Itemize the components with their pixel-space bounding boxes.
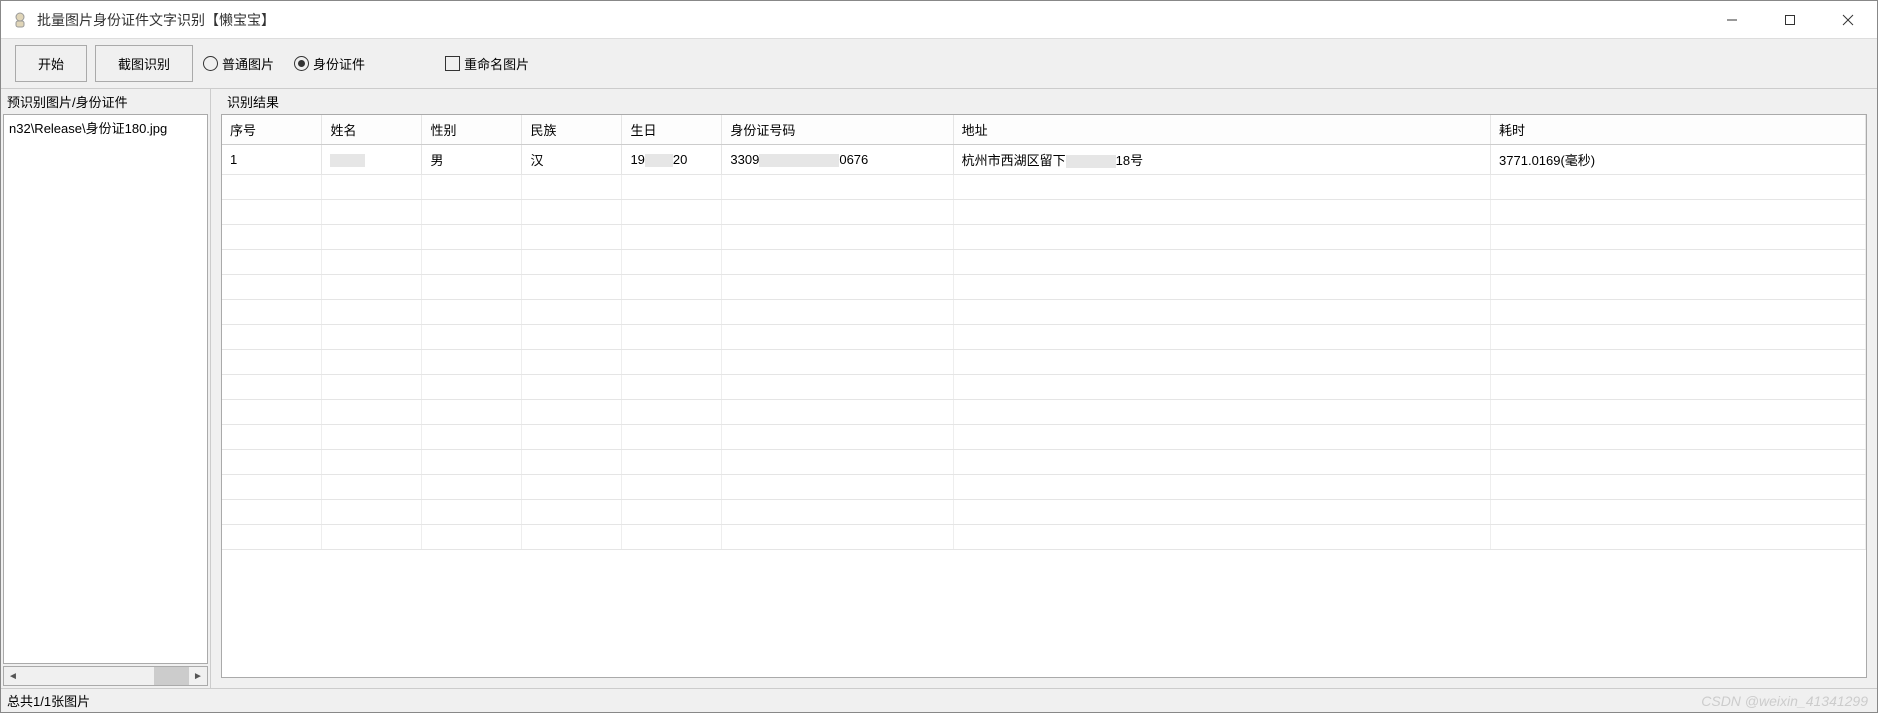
cell-name: [322, 145, 422, 175]
col-name[interactable]: 姓名: [322, 115, 422, 145]
table-row: [222, 250, 1866, 275]
table-row: [222, 475, 1866, 500]
window-title: 批量图片身份证件文字识别【懒宝宝】: [37, 10, 1703, 30]
results-table-wrap[interactable]: 序号 姓名 性别 民族 生日 身份证号码 地址 耗时 1: [221, 114, 1867, 678]
left-panel: 预识别图片/身份证件 n32\Release\身份证180.jpg ◄ ►: [1, 89, 211, 688]
screenshot-recognize-button[interactable]: 截图识别: [95, 45, 193, 82]
radio-normal-image[interactable]: 普通图片: [203, 54, 274, 73]
left-panel-header: 预识别图片/身份证件: [1, 89, 210, 114]
table-row: [222, 200, 1866, 225]
scroll-left-icon[interactable]: ◄: [4, 667, 22, 685]
content-area: 预识别图片/身份证件 n32\Release\身份证180.jpg ◄ ► 识别…: [1, 89, 1877, 688]
checkbox-rename-images[interactable]: 重命名图片: [445, 54, 529, 73]
radio-circle-selected-icon: [294, 56, 309, 71]
table-row: [222, 300, 1866, 325]
radio-circle-icon: [203, 56, 218, 71]
radio-label: 普通图片: [222, 54, 274, 73]
right-panel: 识别结果 序号 姓名 性别 民族 生日 身份证号码: [211, 89, 1877, 688]
app-window: 批量图片身份证件文字识别【懒宝宝】 开始 截图识别 普通图片 身份证件: [0, 0, 1878, 713]
col-address[interactable]: 地址: [953, 115, 1490, 145]
table-row: [222, 375, 1866, 400]
table-row: [222, 500, 1866, 525]
redacted-icon: [1066, 155, 1116, 168]
table-row: [222, 425, 1866, 450]
table-row: [222, 350, 1866, 375]
close-button[interactable]: [1819, 1, 1877, 38]
cell-elapsed: 3771.0169(毫秒): [1491, 145, 1866, 175]
addr-suffix: 18号: [1116, 153, 1143, 168]
cell-address: 杭州市西湖区留下 18号: [953, 145, 1490, 175]
redacted-icon: [645, 154, 673, 167]
maximize-button[interactable]: [1761, 1, 1819, 38]
col-birthday[interactable]: 生日: [622, 115, 722, 145]
table-row: [222, 275, 1866, 300]
cell-index: 1: [222, 145, 322, 175]
checkbox-icon: [445, 56, 460, 71]
id-prefix: 3309: [730, 152, 759, 167]
radio-id-card[interactable]: 身份证件: [294, 54, 365, 73]
id-suffix: 0676: [839, 152, 868, 167]
file-list[interactable]: n32\Release\身份证180.jpg: [3, 114, 208, 664]
minimize-button[interactable]: [1703, 1, 1761, 38]
table-row: [222, 525, 1866, 550]
scroll-track[interactable]: [22, 667, 189, 685]
status-text: 总共1/1张图片: [7, 691, 90, 710]
titlebar: 批量图片身份证件文字识别【懒宝宝】: [1, 1, 1877, 39]
bday-prefix: 19: [630, 152, 644, 167]
window-controls: [1703, 1, 1877, 38]
app-icon: [9, 9, 31, 31]
start-button[interactable]: 开始: [15, 45, 87, 82]
col-ethnicity[interactable]: 民族: [522, 115, 622, 145]
cell-birthday: 1920: [622, 145, 722, 175]
scroll-thumb[interactable]: [154, 667, 189, 685]
toolbar: 开始 截图识别 普通图片 身份证件 重命名图片: [1, 39, 1877, 89]
radio-label: 身份证件: [313, 54, 365, 73]
table-row: [222, 450, 1866, 475]
checkbox-label: 重命名图片: [464, 54, 529, 73]
col-sex[interactable]: 性别: [422, 115, 522, 145]
col-id-number[interactable]: 身份证号码: [722, 115, 953, 145]
table-row: [222, 400, 1866, 425]
table-row[interactable]: 1 男 汉 1920 33090676 杭州市西湖区留下18号: [222, 145, 1866, 175]
cell-id-number: 3309 0676: [722, 145, 953, 175]
scroll-right-icon[interactable]: ►: [189, 667, 207, 685]
statusbar: 总共1/1张图片: [1, 688, 1877, 712]
col-elapsed[interactable]: 耗时: [1491, 115, 1866, 145]
file-item[interactable]: n32\Release\身份证180.jpg: [4, 115, 207, 140]
cell-ethnicity: 汉: [522, 145, 622, 175]
right-panel-header: 识别结果: [221, 89, 1877, 114]
redacted-icon: [330, 154, 365, 167]
table-row: [222, 325, 1866, 350]
col-index[interactable]: 序号: [222, 115, 322, 145]
results-table: 序号 姓名 性别 民族 生日 身份证号码 地址 耗时 1: [222, 115, 1866, 550]
bday-suffix: 20: [673, 152, 687, 167]
horizontal-scrollbar[interactable]: ◄ ►: [3, 666, 208, 686]
cell-sex: 男: [422, 145, 522, 175]
table-row: [222, 225, 1866, 250]
table-row: [222, 175, 1866, 200]
redacted-icon: [759, 154, 839, 167]
image-type-radio-group: 普通图片 身份证件: [203, 54, 385, 73]
table-header-row: 序号 姓名 性别 民族 生日 身份证号码 地址 耗时: [222, 115, 1866, 145]
addr-prefix: 杭州市西湖区留下: [962, 153, 1066, 168]
